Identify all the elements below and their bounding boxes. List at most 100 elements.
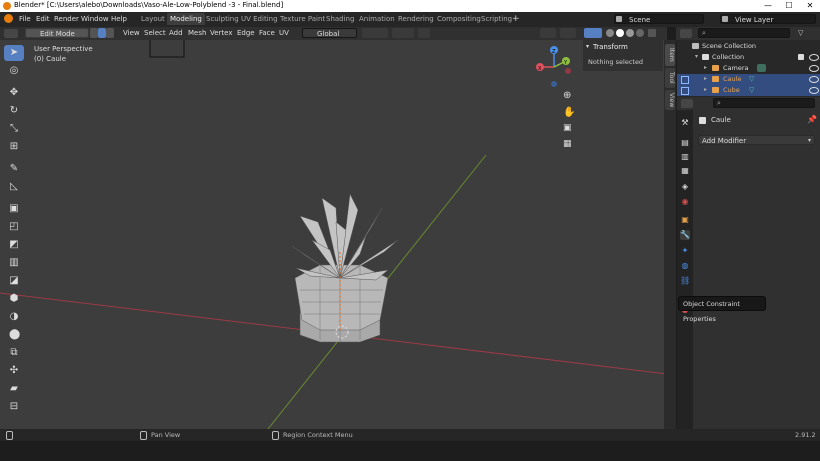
tab-tool[interactable]: Tool (665, 68, 675, 88)
edit-mode-icon[interactable] (681, 76, 689, 84)
editor-type-icon[interactable] (4, 29, 18, 38)
scene-selector[interactable]: Scene (614, 14, 704, 24)
tab-compositing[interactable]: Compositing (434, 13, 484, 25)
transform-orientation-selector[interactable]: Global (302, 28, 357, 38)
menu-render[interactable]: Render (54, 15, 79, 23)
tab-shading[interactable]: Shading (323, 13, 357, 25)
menu-view[interactable]: View (123, 29, 140, 37)
menu-face[interactable]: Face (259, 29, 275, 37)
knife-tool[interactable]: ◪ (4, 273, 24, 289)
bevel-tool[interactable]: ◩ (4, 237, 24, 253)
proportional-editing-button[interactable] (418, 28, 430, 38)
tab-texture-paint[interactable]: Texture Paint (277, 13, 328, 25)
mode-selector[interactable]: Edit Mode (25, 28, 89, 38)
pivot-point-button[interactable] (362, 28, 388, 38)
viewport-gizmo-toggle[interactable] (540, 28, 556, 38)
shading-options-icon[interactable] (648, 29, 656, 37)
pin-icon[interactable]: 📌 (807, 115, 817, 124)
particle-properties-icon[interactable]: ✦ (680, 246, 690, 256)
view-layer-selector[interactable]: View Layer (720, 14, 816, 24)
shading-solid-icon[interactable] (616, 29, 624, 37)
eye-icon[interactable] (809, 76, 819, 83)
edge-slide-tool[interactable]: ⧉ (4, 345, 24, 361)
select-box-tool[interactable]: ➤ (4, 45, 24, 61)
world-properties-icon[interactable]: ◉ (680, 197, 690, 207)
tab-view[interactable]: View (665, 90, 675, 110)
shading-wireframe-icon[interactable] (606, 29, 614, 37)
menu-uv[interactable]: UV (279, 29, 289, 37)
outliner-scene-collection[interactable]: Scene Collection (677, 41, 820, 52)
pan-hand-icon[interactable]: ✋ (563, 107, 575, 119)
annotate-tool[interactable]: ✎ (4, 161, 24, 177)
zoom-icon[interactable]: ⊕ (563, 90, 575, 102)
select-face-button[interactable] (106, 28, 114, 38)
xray-toggle[interactable] (584, 28, 602, 38)
cursor-tool[interactable]: ◎ (4, 63, 24, 79)
shading-material-icon[interactable] (626, 29, 634, 37)
tab-sculpting[interactable]: Sculpting (203, 13, 242, 25)
filter-icon[interactable]: ▽ (798, 29, 803, 37)
close-button[interactable]: ✕ (800, 0, 820, 12)
menu-file[interactable]: File (19, 15, 31, 23)
expand-arrow-icon[interactable]: ▸ (704, 64, 707, 71)
move-tool[interactable]: ✥ (4, 85, 24, 101)
chevron-down-icon[interactable]: ▾ (586, 43, 589, 50)
scale-tool[interactable]: ⤡ (4, 121, 24, 137)
spin-tool[interactable]: ◑ (4, 309, 24, 325)
menu-mesh[interactable]: Mesh (188, 29, 206, 37)
expand-arrow-icon[interactable]: ▸ (704, 86, 707, 93)
blender-menu-icon[interactable] (4, 14, 13, 23)
camera-view-icon[interactable]: ▣ (563, 123, 575, 135)
tab-rendering[interactable]: Rendering (395, 13, 437, 25)
rotate-tool[interactable]: ↻ (4, 103, 24, 119)
outliner-item-cube[interactable]: ▸ Cube ▽ (677, 85, 820, 96)
expand-arrow-icon[interactable]: ▸ (704, 75, 707, 82)
shading-rendered-icon[interactable] (636, 29, 644, 37)
menu-vertex[interactable]: Vertex (210, 29, 233, 37)
output-properties-icon[interactable]: ▥ (680, 152, 690, 162)
eye-icon[interactable] (809, 65, 819, 72)
overlays-toggle[interactable] (560, 28, 576, 38)
view-layer-properties-icon[interactable]: ▦ (680, 166, 690, 176)
tool-properties-icon[interactable]: ⚒ (680, 118, 690, 128)
add-modifier-button[interactable]: Add Modifier ▾ (698, 135, 815, 145)
menu-edge[interactable]: Edge (237, 29, 255, 37)
select-vertex-button[interactable] (90, 28, 98, 38)
menu-add[interactable]: Add (169, 29, 183, 37)
tab-uv-editing[interactable]: UV Editing (238, 13, 281, 25)
viewport-3d[interactable]: X Y Z ⊕ ✋ ▣ ▦ (0, 40, 667, 429)
menu-window[interactable]: Window (81, 15, 109, 23)
maximize-button[interactable]: ☐ (779, 0, 799, 12)
checkbox-icon[interactable] (798, 54, 804, 60)
snap-button[interactable] (392, 28, 414, 38)
shear-tool[interactable]: ▰ (4, 381, 24, 397)
loop-cut-tool[interactable]: ▥ (4, 255, 24, 271)
outliner-collection[interactable]: ▾ Collection (677, 52, 820, 63)
add-workspace-button[interactable]: + (509, 13, 523, 25)
menu-edit[interactable]: Edit (36, 15, 50, 23)
extrude-tool[interactable]: ▣ (4, 201, 24, 217)
modifier-properties-icon[interactable]: 🔧 (680, 230, 690, 240)
outliner-item-camera[interactable]: ▸ Camera (677, 63, 820, 74)
minimize-button[interactable]: — (758, 0, 778, 12)
measure-tool[interactable]: ◺ (4, 179, 24, 195)
eye-icon[interactable] (809, 87, 819, 94)
shrink-fatten-tool[interactable]: ✣ (4, 363, 24, 379)
tab-layout[interactable]: Layout (138, 13, 168, 25)
smooth-tool[interactable]: ⬤ (4, 327, 24, 343)
perspective-toggle-icon[interactable]: ▦ (563, 139, 575, 151)
edit-mode-icon[interactable] (681, 87, 689, 95)
expand-arrow-icon[interactable]: ▾ (695, 53, 698, 60)
outliner-item-caule[interactable]: ▸ Caule ▽ (677, 74, 820, 85)
render-properties-icon[interactable]: ▤ (680, 138, 690, 148)
menu-select[interactable]: Select (144, 29, 166, 37)
scene-properties-icon[interactable]: ◈ (680, 182, 690, 192)
properties-search-input[interactable] (713, 98, 815, 108)
rip-tool[interactable]: ⊟ (4, 399, 24, 415)
outliner-editor-type-icon[interactable] (680, 29, 692, 38)
constraint-properties-icon[interactable]: ⛓ (680, 276, 690, 286)
poly-build-tool[interactable]: ⬢ (4, 291, 24, 307)
tab-modeling[interactable]: Modeling (167, 13, 205, 25)
inset-tool[interactable]: ◰ (4, 219, 24, 235)
tab-animation[interactable]: Animation (356, 13, 398, 25)
